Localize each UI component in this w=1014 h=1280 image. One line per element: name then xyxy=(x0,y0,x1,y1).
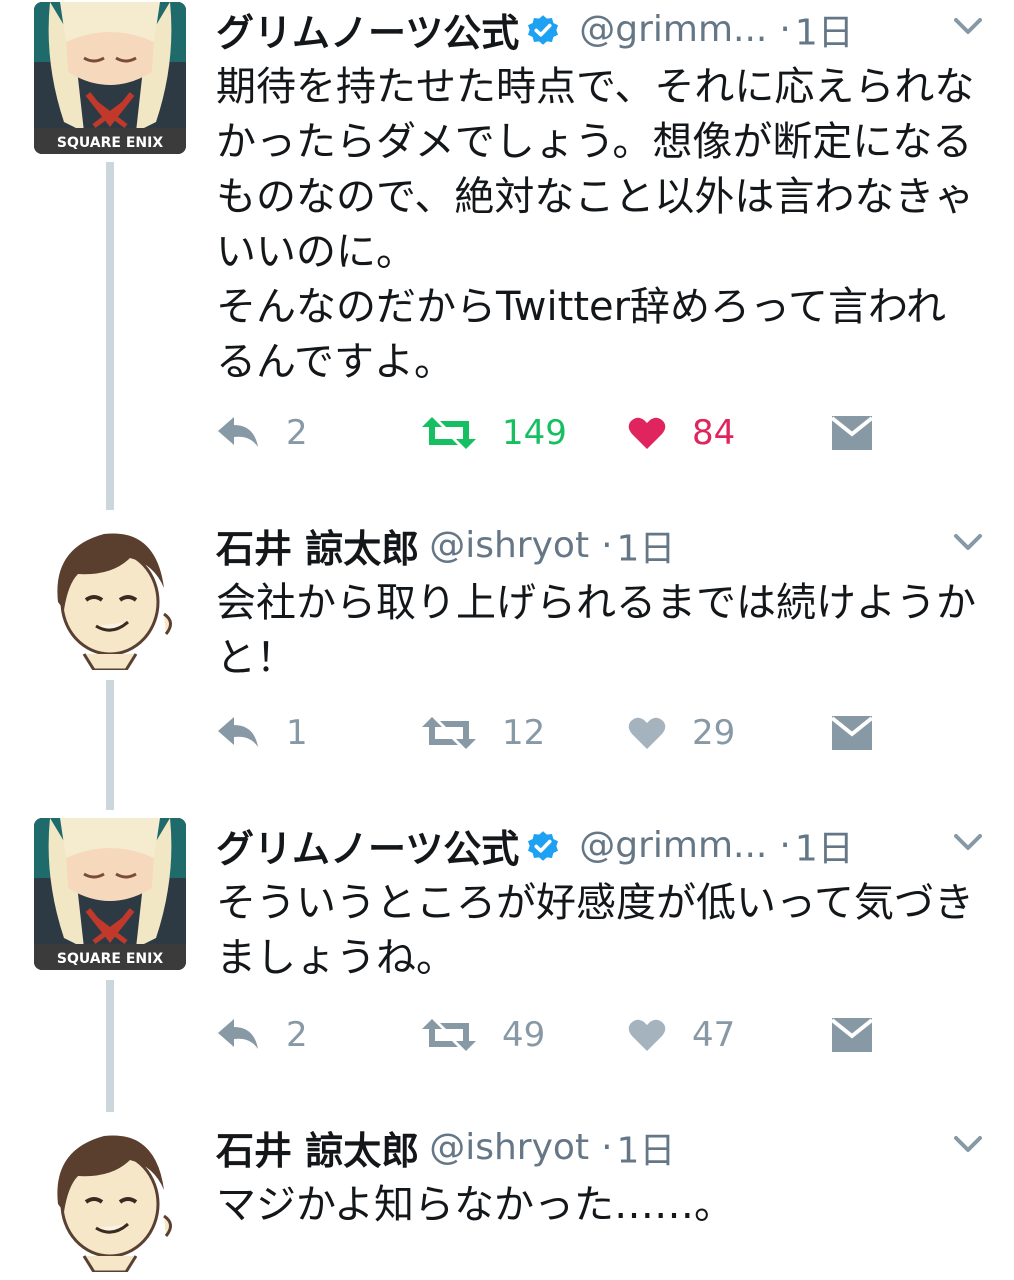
display-name[interactable]: 石井 諒太郎 xyxy=(216,1129,419,1173)
display-name[interactable]: グリムノーツ公式 xyxy=(216,11,519,55)
tweet-content: 石井 諒太郎 @ishryot · 1日 会社から取り上げられるまでは続けようかと！ xyxy=(216,518,986,686)
retweet-icon xyxy=(422,717,476,749)
tweet-actions: 2 149 84 xyxy=(216,408,916,458)
separator-dot: · xyxy=(601,1127,613,1168)
reply-icon xyxy=(218,417,258,447)
timestamp[interactable]: 1日 xyxy=(617,1131,676,1172)
like-count: 47 xyxy=(692,1015,736,1055)
timestamp[interactable]: 1日 xyxy=(795,829,854,870)
avatar[interactable]: SQUARE ENIX xyxy=(34,818,186,970)
avatar-logo-text: SQUARE ENIX xyxy=(57,135,163,151)
like-count: 29 xyxy=(692,713,736,753)
retweet-button[interactable]: 12 xyxy=(422,708,545,758)
tweet-actions: 1 12 29 xyxy=(216,708,916,758)
direct-message-button[interactable] xyxy=(832,1010,872,1060)
reply-count: 1 xyxy=(286,713,308,753)
like-button[interactable]: 47 xyxy=(628,1010,735,1060)
retweet-count: 49 xyxy=(502,1015,546,1055)
tweet-text: 会社から取り上げられるまでは続けようかと！ xyxy=(216,580,976,681)
retweet-button[interactable]: 49 xyxy=(422,1010,545,1060)
tweet-content: 石井 諒太郎 @ishryot · 1日 マジかよ知らなかった……。 xyxy=(216,1120,986,1233)
avatar[interactable]: SQUARE ENIX xyxy=(34,2,186,154)
avatar[interactable] xyxy=(34,1120,186,1272)
tweet-header: グリムノーツ公式 @grimm... · 1日 xyxy=(216,818,986,876)
direct-message-button[interactable] xyxy=(832,408,872,458)
reply-button[interactable]: 2 xyxy=(216,1010,308,1060)
heart-icon xyxy=(628,417,666,449)
tweet[interactable]: 石井 諒太郎 @ishryot · 1日 会社から取り上げられるまでは続けようかと！ … xyxy=(0,518,1014,788)
tweet-header: 石井 諒太郎 @ishryot · 1日 xyxy=(216,1120,986,1178)
tweet-header: グリムノーツ公式 @grimm... · 1日 xyxy=(216,2,986,60)
reply-icon xyxy=(218,1019,258,1049)
avatar-logo-text: SQUARE ENIX xyxy=(57,951,163,967)
timestamp[interactable]: 1日 xyxy=(795,13,854,54)
retweet-count: 12 xyxy=(502,713,546,753)
handle[interactable]: @ishryot xyxy=(429,525,589,566)
chevron-down-icon[interactable] xyxy=(950,1130,986,1158)
tweet-content: グリムノーツ公式 @grimm... · 1日 期待を持たせた時点で、それに応えられな… xyxy=(216,2,986,390)
retweet-count: 149 xyxy=(502,413,567,453)
tweet-header: 石井 諒太郎 @ishryot · 1日 xyxy=(216,518,986,576)
reply-count: 2 xyxy=(286,413,308,453)
timestamp[interactable]: 1日 xyxy=(617,529,676,570)
envelope-icon xyxy=(832,416,872,450)
retweet-icon xyxy=(422,417,476,449)
separator-dot: · xyxy=(601,525,613,566)
tweet[interactable]: 石井 諒太郎 @ishryot · 1日 マジかよ知らなかった……。 xyxy=(0,1120,1014,1280)
tweet[interactable]: SQUARE ENIX グリムノーツ公式 @grimm... · 1日 そういうところ… xyxy=(0,818,1014,1088)
tweet-text: マジかよ知らなかった……。 xyxy=(216,1182,734,1228)
verified-badge-icon xyxy=(528,14,559,45)
handle[interactable]: @grimm... xyxy=(579,9,767,50)
direct-message-button[interactable] xyxy=(832,708,872,758)
envelope-icon xyxy=(832,716,872,750)
separator-dot: · xyxy=(779,825,791,866)
tweet-content: グリムノーツ公式 @grimm... · 1日 そういうところが好感度が低いって気づき… xyxy=(216,818,986,986)
tweet-actions: 2 49 47 xyxy=(216,1010,916,1060)
envelope-icon xyxy=(832,1018,872,1052)
chevron-down-icon[interactable] xyxy=(950,12,986,40)
display-name[interactable]: 石井 諒太郎 xyxy=(216,527,419,571)
chevron-down-icon[interactable] xyxy=(950,528,986,556)
tweet-text: 期待を持たせた時点で、それに応えられなかったらダメでしょう。想像が断定になるもの… xyxy=(216,64,975,385)
retweet-button[interactable]: 149 xyxy=(422,408,567,458)
reply-count: 2 xyxy=(286,1015,308,1055)
reply-button[interactable]: 1 xyxy=(216,708,308,758)
reply-button[interactable]: 2 xyxy=(216,408,308,458)
verified-badge-icon xyxy=(528,830,559,861)
chevron-down-icon[interactable] xyxy=(950,828,986,856)
tweet[interactable]: SQUARE ENIX グリムノーツ公式 @grimm... · 1日 期待を持たせた… xyxy=(0,2,1014,482)
avatar[interactable] xyxy=(34,518,186,670)
separator-dot: · xyxy=(779,9,791,50)
like-button[interactable]: 84 xyxy=(628,408,735,458)
reply-icon xyxy=(218,717,258,747)
tweet-text: そういうところが好感度が低いって気づきましょうね。 xyxy=(216,880,974,981)
handle[interactable]: @ishryot xyxy=(429,1127,589,1168)
handle[interactable]: @grimm... xyxy=(579,825,767,866)
retweet-icon xyxy=(422,1019,476,1051)
heart-icon xyxy=(628,1019,666,1051)
like-button[interactable]: 29 xyxy=(628,708,735,758)
display-name[interactable]: グリムノーツ公式 xyxy=(216,827,519,871)
heart-icon xyxy=(628,717,666,749)
like-count: 84 xyxy=(692,413,736,453)
